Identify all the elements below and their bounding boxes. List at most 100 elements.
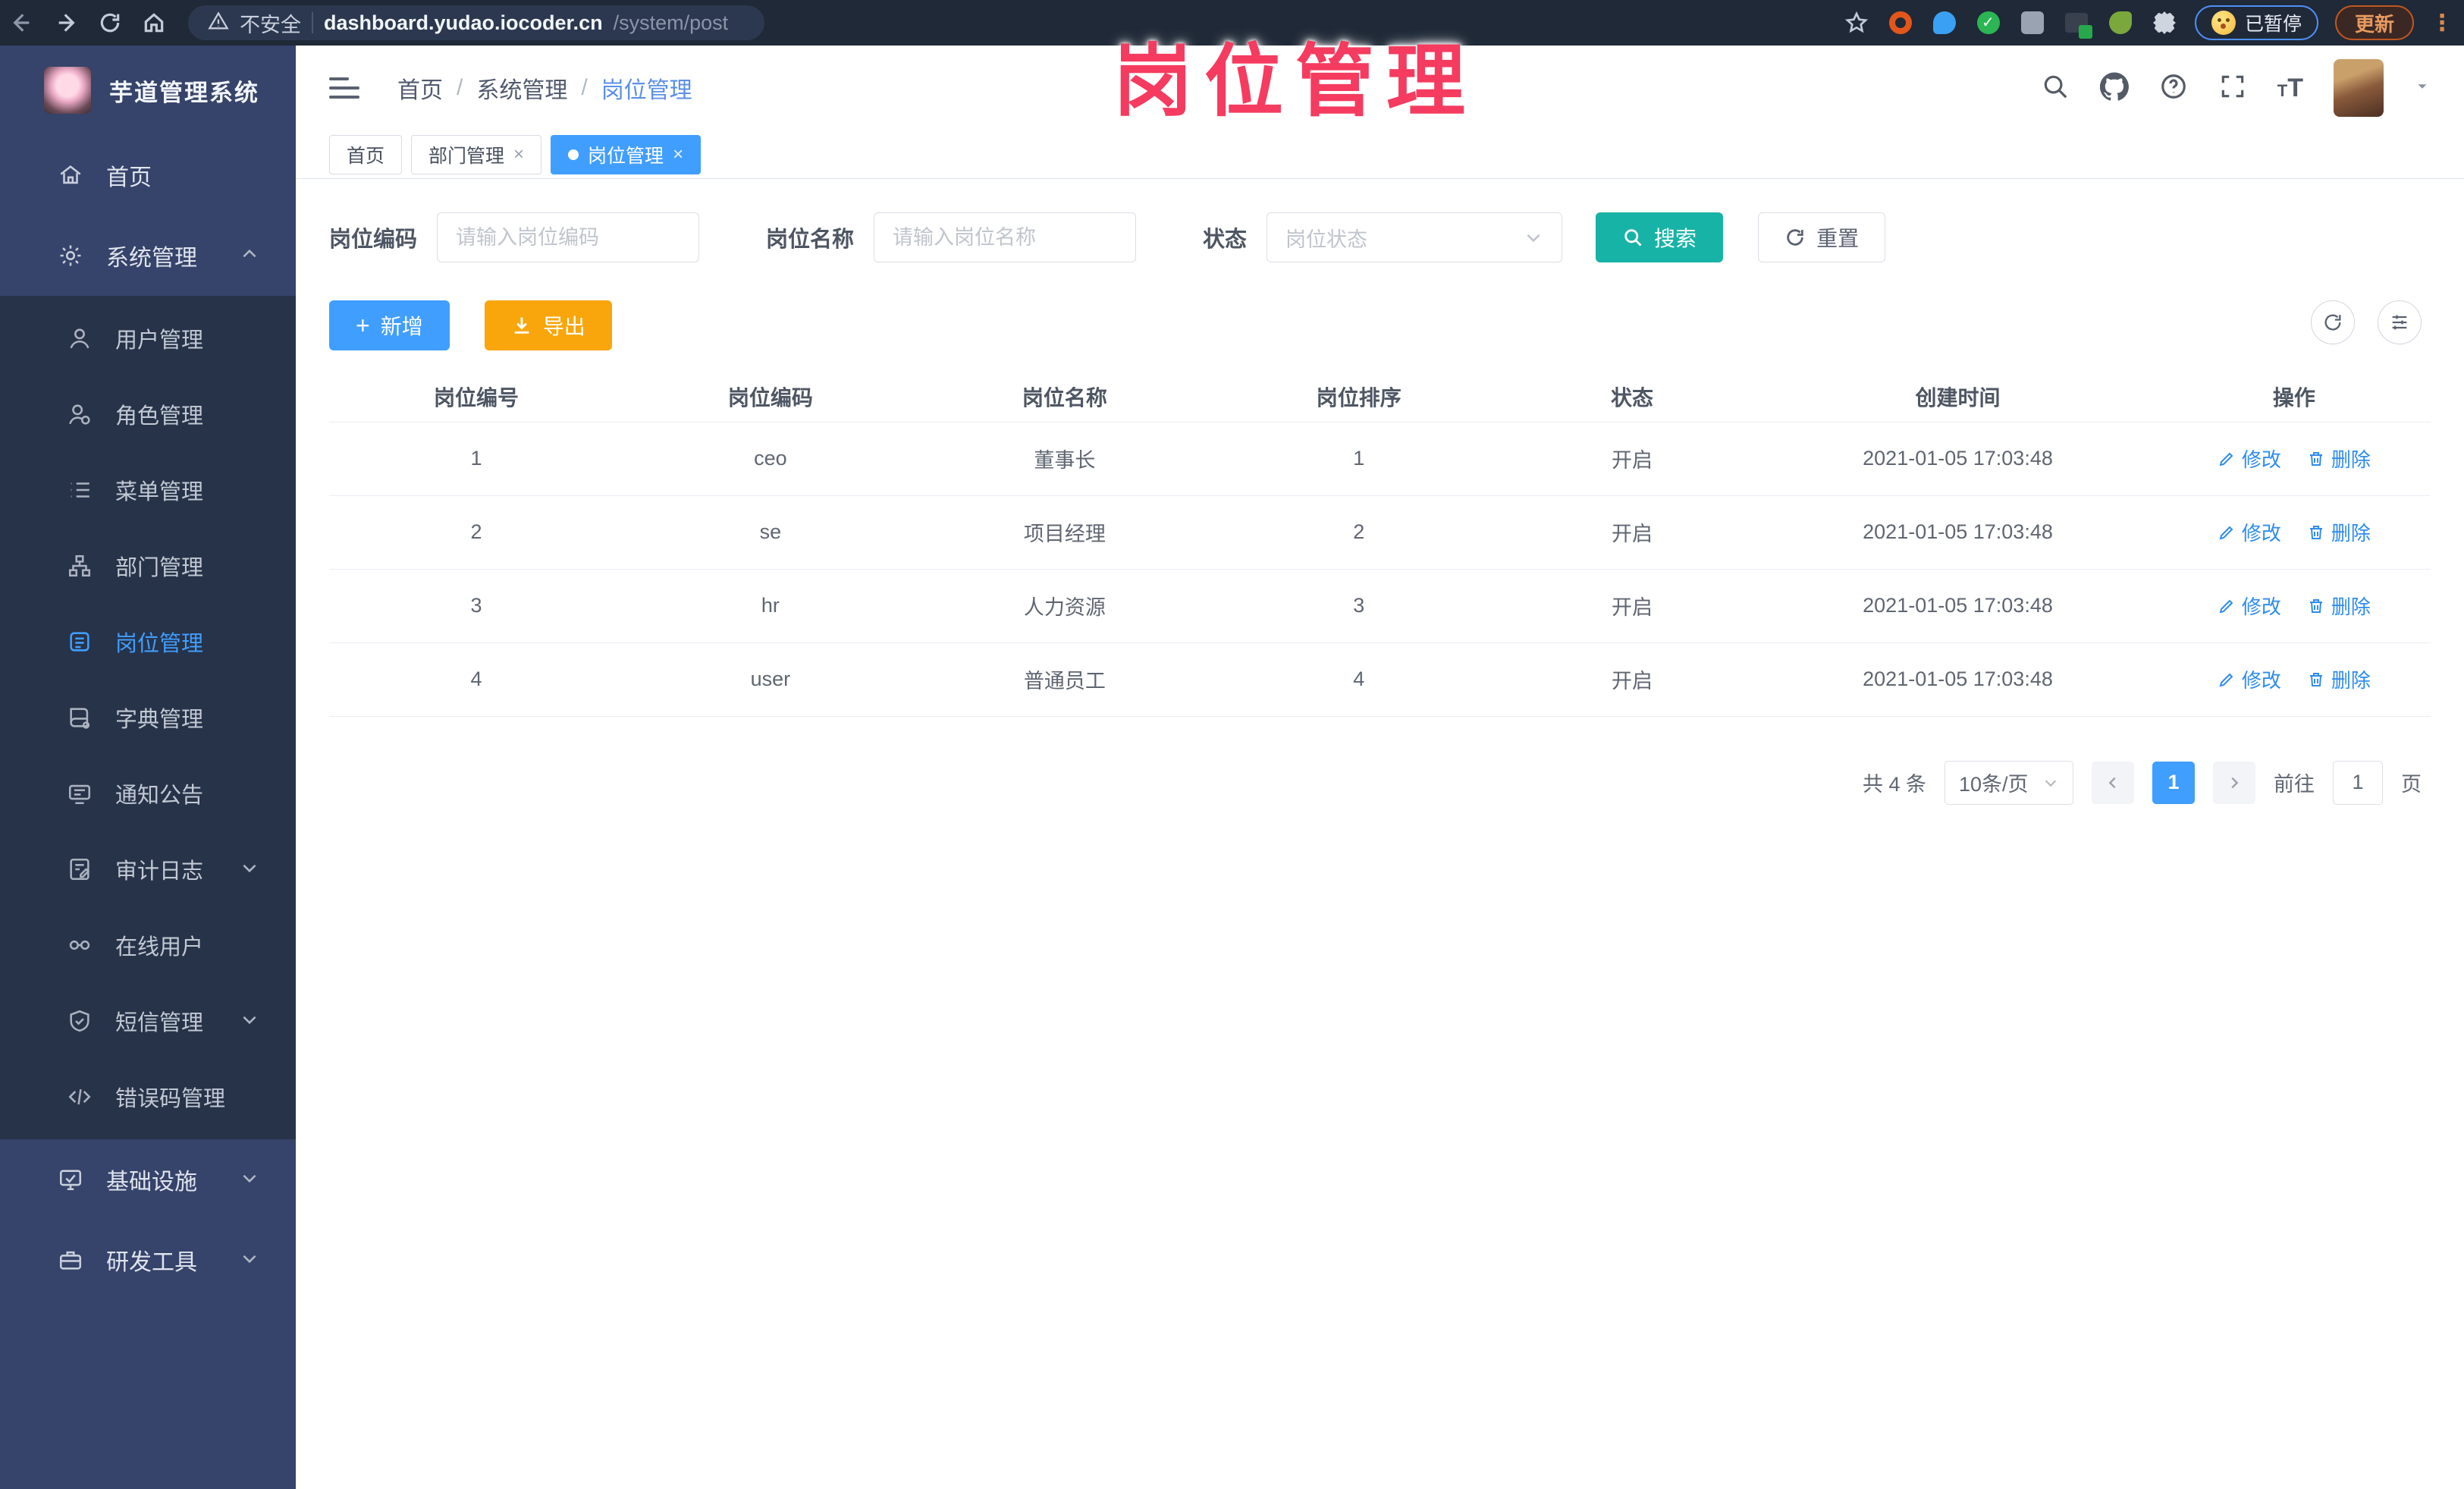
trash-icon — [2309, 525, 2322, 539]
status-select[interactable]: 岗位状态 — [1267, 212, 1563, 262]
tag-view-bar: 首页 部门管理 × 岗位管理 × — [296, 130, 2464, 179]
tab-home[interactable]: 首页 — [329, 134, 403, 174]
search-icon[interactable] — [2041, 72, 2070, 105]
tab-departments[interactable]: 部门管理 × — [411, 134, 542, 174]
sidebar-item-home[interactable]: 首页 — [0, 135, 296, 215]
sidebar-item-infrastructure[interactable]: 基础设施 — [0, 1139, 296, 1220]
col-created: 创建时间 — [1758, 372, 2158, 423]
sidebar-item-dev-tools[interactable]: 研发工具 — [0, 1220, 296, 1300]
edit-link[interactable]: 修改 — [2218, 518, 2281, 546]
user-icon — [65, 325, 94, 351]
status-value: 开启 — [1505, 422, 1759, 496]
extension-icon-list-badge[interactable] — [2063, 9, 2092, 39]
chevron-down-icon — [2045, 779, 2057, 787]
browser-menu-icon[interactable]: ⋮ — [2431, 10, 2453, 36]
search-button[interactable]: 搜索 — [1596, 212, 1724, 262]
sidebar-collapse-icon[interactable] — [329, 77, 359, 99]
status-value: 开启 — [1505, 495, 1759, 570]
breadcrumb-system[interactable]: 系统管理 — [476, 71, 567, 105]
prev-page-button[interactable] — [2092, 761, 2134, 804]
col-post-name: 岗位名称 — [917, 372, 1212, 423]
goto-label: 前往 — [2274, 773, 2315, 796]
sidebar-item-menus[interactable]: 菜单管理 — [0, 452, 296, 528]
edit-icon — [2219, 673, 2233, 686]
search-icon — [1624, 229, 1642, 247]
edit-icon — [2219, 599, 2233, 613]
sidebar-item-error-codes[interactable]: 错误码管理 — [0, 1059, 296, 1135]
extension-icon-leaf[interactable] — [2107, 9, 2134, 36]
extension-icon-grid[interactable] — [2019, 9, 2046, 36]
sidebar-item-notices[interactable]: 通知公告 — [0, 755, 296, 831]
smiley-extension-icon — [2211, 11, 2236, 35]
post-name-input[interactable] — [874, 212, 1137, 262]
close-icon[interactable]: × — [673, 144, 683, 165]
edit-link[interactable]: 修改 — [2218, 665, 2281, 693]
sidebar-item-roles[interactable]: 角色管理 — [0, 376, 296, 452]
fullscreen-icon[interactable] — [2218, 72, 2247, 105]
page-size-select[interactable]: 10条/页 — [1945, 760, 2073, 805]
sidebar-item-sms[interactable]: 短信管理 — [0, 983, 296, 1059]
url-path: /system/post — [613, 11, 729, 34]
browser-refresh-button[interactable] — [88, 0, 132, 46]
bookmark-star-icon[interactable] — [1843, 9, 1870, 36]
security-label: 不安全 — [240, 13, 301, 36]
delete-link[interactable]: 删除 — [2307, 665, 2371, 693]
org-tree-icon — [65, 553, 94, 579]
plus-icon: + — [356, 312, 370, 339]
chevron-left-icon — [2108, 777, 2116, 788]
refresh-table-button[interactable] — [2311, 300, 2355, 344]
logo-avatar — [44, 67, 91, 114]
caret-down-icon[interactable] — [2414, 78, 2431, 99]
sidebar-item-dictionary[interactable]: 字典管理 — [0, 680, 296, 755]
browser-forward-button[interactable] — [44, 0, 88, 46]
extension-icon-check[interactable] — [1975, 9, 2002, 36]
close-icon[interactable]: × — [513, 144, 524, 165]
edit-link[interactable]: 修改 — [2218, 592, 2281, 620]
browser-update-button[interactable]: 更新 — [2334, 5, 2414, 40]
next-page-button[interactable] — [2213, 761, 2255, 804]
sidebar-item-online-users[interactable]: 在线用户 — [0, 907, 296, 983]
breadcrumb-separator: / — [581, 75, 588, 100]
browser-back-button[interactable] — [0, 0, 44, 46]
extension-icon-puzzle[interactable] — [2151, 9, 2178, 36]
url-host: dashboard.yudao.iocoder.cn — [324, 11, 603, 34]
github-icon[interactable] — [2099, 71, 2129, 105]
app-logo[interactable]: 芋道管理系统 — [0, 46, 296, 135]
edit-link[interactable]: 修改 — [2218, 445, 2281, 473]
extension-icon-drop[interactable] — [1931, 9, 1958, 36]
reset-button[interactable]: 重置 — [1758, 212, 1886, 262]
paused-extension-badge[interactable]: 已暂停 — [2194, 5, 2318, 40]
address-bar[interactable]: 不安全 dashboard.yudao.iocoder.cn /system/p… — [188, 5, 764, 40]
sidebar-item-audit-log[interactable]: 审计日志 — [0, 831, 296, 907]
help-icon[interactable] — [2159, 72, 2188, 105]
sidebar-item-posts[interactable]: 岗位管理 — [0, 604, 296, 680]
breadcrumb-home[interactable]: 首页 — [397, 71, 443, 105]
browser-home-button[interactable] — [132, 0, 176, 46]
table-row: 2 se 项目经理 2 开启 2021-01-05 17:03:48 修改 删除 — [329, 495, 2431, 570]
extension-icon-orange[interactable] — [1887, 9, 1914, 36]
tab-posts[interactable]: 岗位管理 × — [551, 134, 702, 174]
delete-link[interactable]: 删除 — [2307, 445, 2371, 473]
font-size-icon[interactable]: TT — [2277, 74, 2303, 103]
col-status: 状态 — [1505, 372, 1759, 423]
sidebar-item-users[interactable]: 用户管理 — [0, 300, 296, 376]
status-value: 开启 — [1505, 642, 1759, 717]
col-post-code: 岗位编码 — [623, 372, 918, 423]
delete-link[interactable]: 删除 — [2307, 518, 2371, 546]
browser-chrome: 不安全 dashboard.yudao.iocoder.cn /system/p… — [0, 0, 2464, 46]
delete-link[interactable]: 删除 — [2307, 592, 2371, 620]
goto-page-input[interactable] — [2333, 760, 2383, 805]
sidebar: 芋道管理系统 首页 系统管理 用户管理 角色管理 菜单管理 部门管理 岗位管理 … — [0, 46, 296, 1489]
main-area: 首页 / 系统管理 / 岗位管理 TT 首页 部门管理 × 岗位管理 × 岗位编… — [296, 46, 2464, 1489]
post-code-input[interactable] — [437, 212, 700, 262]
current-page-button[interactable]: 1 — [2152, 761, 2195, 804]
sidebar-item-system[interactable]: 系统管理 — [0, 215, 296, 296]
sidebar-item-departments[interactable]: 部门管理 — [0, 528, 296, 604]
add-button[interactable]: + 新增 — [329, 300, 450, 350]
app-header: 首页 / 系统管理 / 岗位管理 TT — [296, 46, 2464, 130]
column-settings-button[interactable] — [2378, 300, 2422, 344]
user-avatar[interactable] — [2334, 59, 2384, 117]
export-button[interactable]: 导出 — [484, 300, 612, 350]
pagination: 共 4 条 10条/页 1 前往 页 — [296, 760, 2464, 805]
monitor-icon — [56, 1167, 85, 1192]
